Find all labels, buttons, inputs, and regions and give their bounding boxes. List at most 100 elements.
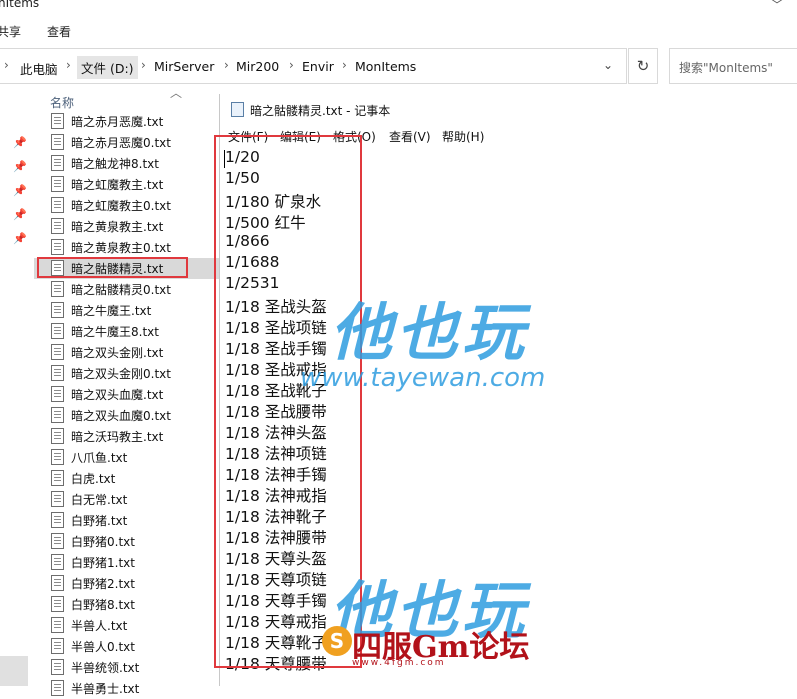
- file-icon: [51, 554, 64, 570]
- address-dropdown-icon[interactable]: ⌄: [603, 58, 613, 72]
- file-icon: [51, 281, 64, 297]
- file-row[interactable]: 暗之骷髅精灵0.txt: [34, 279, 220, 300]
- refresh-icon[interactable]: ↻: [628, 48, 658, 84]
- sort-arrow-icon[interactable]: ︿: [170, 84, 182, 101]
- file-row[interactable]: 白野猪.txt: [34, 510, 220, 531]
- file-row[interactable]: 暗之双头血魔0.txt: [34, 405, 220, 426]
- file-name: 白无常.txt: [71, 493, 128, 507]
- tab-view[interactable]: 查看: [47, 23, 71, 40]
- pin-icon[interactable]: 📌: [13, 232, 27, 245]
- menu-view[interactable]: 查看(V): [389, 128, 431, 145]
- pin-icon[interactable]: 📌: [13, 184, 27, 197]
- file-row[interactable]: 暗之黄泉教主0.txt: [34, 237, 220, 258]
- file-row[interactable]: 暗之虹魔教主.txt: [34, 174, 220, 195]
- file-icon: [51, 575, 64, 591]
- file-name: 白虎.txt: [71, 472, 116, 486]
- file-row[interactable]: 白野猪0.txt: [34, 531, 220, 552]
- chevron-right-icon: ›: [141, 58, 146, 72]
- file-name: 暗之触龙神8.txt: [71, 157, 159, 171]
- file-list[interactable]: ︿ 名称 暗之赤月恶魔.txt 暗之赤月恶魔0.txt 暗之触龙神8.txt 暗之虹魔…: [34, 84, 220, 696]
- navigation-pane[interactable]: 📌 📌 📌 📌 📌: [0, 86, 34, 686]
- file-icon: [51, 659, 64, 675]
- file-row[interactable]: 暗之牛魔王8.txt: [34, 321, 220, 342]
- search-input[interactable]: 搜索"MonItems": [669, 48, 797, 84]
- address-bar-row: › 此电脑 › 文件 (D:) › MirServer › Mir200 › E…: [0, 48, 797, 84]
- window-title: nItems: [0, 0, 40, 10]
- file-row[interactable]: 暗之双头金刚0.txt: [34, 363, 220, 384]
- file-row[interactable]: 暗之双头金刚.txt: [34, 342, 220, 363]
- chevron-down-icon[interactable]: ﹀: [771, 0, 783, 13]
- file-icon: [51, 449, 64, 465]
- file-row[interactable]: 白野猪1.txt: [34, 552, 220, 573]
- breadcrumb-drive-d[interactable]: 文件 (D:): [77, 56, 138, 79]
- file-name: 暗之双头金刚0.txt: [71, 367, 171, 381]
- file-icon: [51, 113, 64, 129]
- file-row[interactable]: 暗之牛魔王.txt: [34, 300, 220, 321]
- nav-selected-item[interactable]: [0, 656, 28, 686]
- file-icon: [51, 386, 64, 402]
- pin-icon[interactable]: 📌: [13, 208, 27, 221]
- file-icon: [51, 197, 64, 213]
- file-row[interactable]: 暗之赤月恶魔.txt: [34, 111, 220, 132]
- chevron-right-icon: ›: [224, 58, 229, 72]
- file-name: 暗之双头血魔.txt: [71, 388, 164, 402]
- forum-url: www.4fgm.com: [352, 658, 446, 668]
- file-row[interactable]: 半兽人.txt: [34, 615, 220, 636]
- breadcrumb-mirserver[interactable]: MirServer: [154, 59, 214, 74]
- file-name: 半兽人.txt: [71, 619, 128, 633]
- file-icon: [51, 134, 64, 150]
- search-placeholder: 搜索"MonItems": [679, 61, 773, 75]
- menu-help[interactable]: 帮助(H): [442, 128, 484, 145]
- breadcrumb-envir[interactable]: Envir: [302, 59, 334, 74]
- chevron-right-icon: ›: [4, 58, 9, 72]
- file-icon: [51, 344, 64, 360]
- file-icon: [51, 239, 64, 255]
- file-icon: [51, 365, 64, 381]
- ribbon: 共享 查看: [0, 14, 797, 46]
- column-header-name[interactable]: 名称: [50, 94, 74, 111]
- file-icon: [51, 638, 64, 654]
- file-icon: [51, 491, 64, 507]
- file-name: 暗之牛魔王8.txt: [71, 325, 159, 339]
- file-icon: [51, 470, 64, 486]
- file-icon: [51, 302, 64, 318]
- file-row[interactable]: 半兽勇士.txt: [34, 678, 220, 699]
- notepad-titlebar[interactable]: 暗之骷髅精灵.txt - 记事本: [220, 94, 797, 124]
- file-row[interactable]: 暗之双头血魔.txt: [34, 384, 220, 405]
- breadcrumb-this-pc[interactable]: 此电脑: [20, 59, 58, 78]
- file-row[interactable]: 暗之赤月恶魔0.txt: [34, 132, 220, 153]
- file-icon: [51, 512, 64, 528]
- file-icon: [51, 680, 64, 696]
- address-bar[interactable]: › 此电脑 › 文件 (D:) › MirServer › Mir200 › E…: [0, 48, 627, 84]
- pin-icon[interactable]: 📌: [13, 136, 27, 149]
- file-row[interactable]: 暗之黄泉教主.txt: [34, 216, 220, 237]
- file-name: 暗之双头血魔0.txt: [71, 409, 171, 423]
- tab-share[interactable]: 共享: [0, 23, 21, 40]
- file-row[interactable]: 八爪鱼.txt: [34, 447, 220, 468]
- file-name: 暗之骷髅精灵0.txt: [71, 283, 171, 297]
- file-row[interactable]: 暗之沃玛教主.txt: [34, 426, 220, 447]
- file-name: 白野猪0.txt: [71, 535, 135, 549]
- breadcrumb-mir200[interactable]: Mir200: [236, 59, 279, 74]
- breadcrumb-monitems[interactable]: MonItems: [355, 59, 416, 74]
- file-row[interactable]: 半兽统领.txt: [34, 657, 220, 678]
- file-name: 白野猪2.txt: [71, 577, 135, 591]
- pin-icon[interactable]: 📌: [13, 160, 27, 173]
- notepad-title: 暗之骷髅精灵.txt - 记事本: [250, 104, 391, 118]
- file-name: 白野猪8.txt: [71, 598, 135, 612]
- file-name: 半兽人0.txt: [71, 640, 135, 654]
- file-row[interactable]: 白野猪8.txt: [34, 594, 220, 615]
- file-icon: [51, 617, 64, 633]
- file-row[interactable]: 白野猪2.txt: [34, 573, 220, 594]
- file-row[interactable]: 暗之触龙神8.txt: [34, 153, 220, 174]
- file-icon: [51, 596, 64, 612]
- file-icon: [51, 533, 64, 549]
- file-name: 白野猪.txt: [71, 514, 128, 528]
- file-row[interactable]: 暗之虹魔教主0.txt: [34, 195, 220, 216]
- chevron-right-icon: ›: [66, 58, 71, 72]
- file-row[interactable]: 半兽人0.txt: [34, 636, 220, 657]
- file-row[interactable]: 白虎.txt: [34, 468, 220, 489]
- file-name: 暗之双头金刚.txt: [71, 346, 164, 360]
- file-name: 白野猪1.txt: [71, 556, 135, 570]
- file-row[interactable]: 白无常.txt: [34, 489, 220, 510]
